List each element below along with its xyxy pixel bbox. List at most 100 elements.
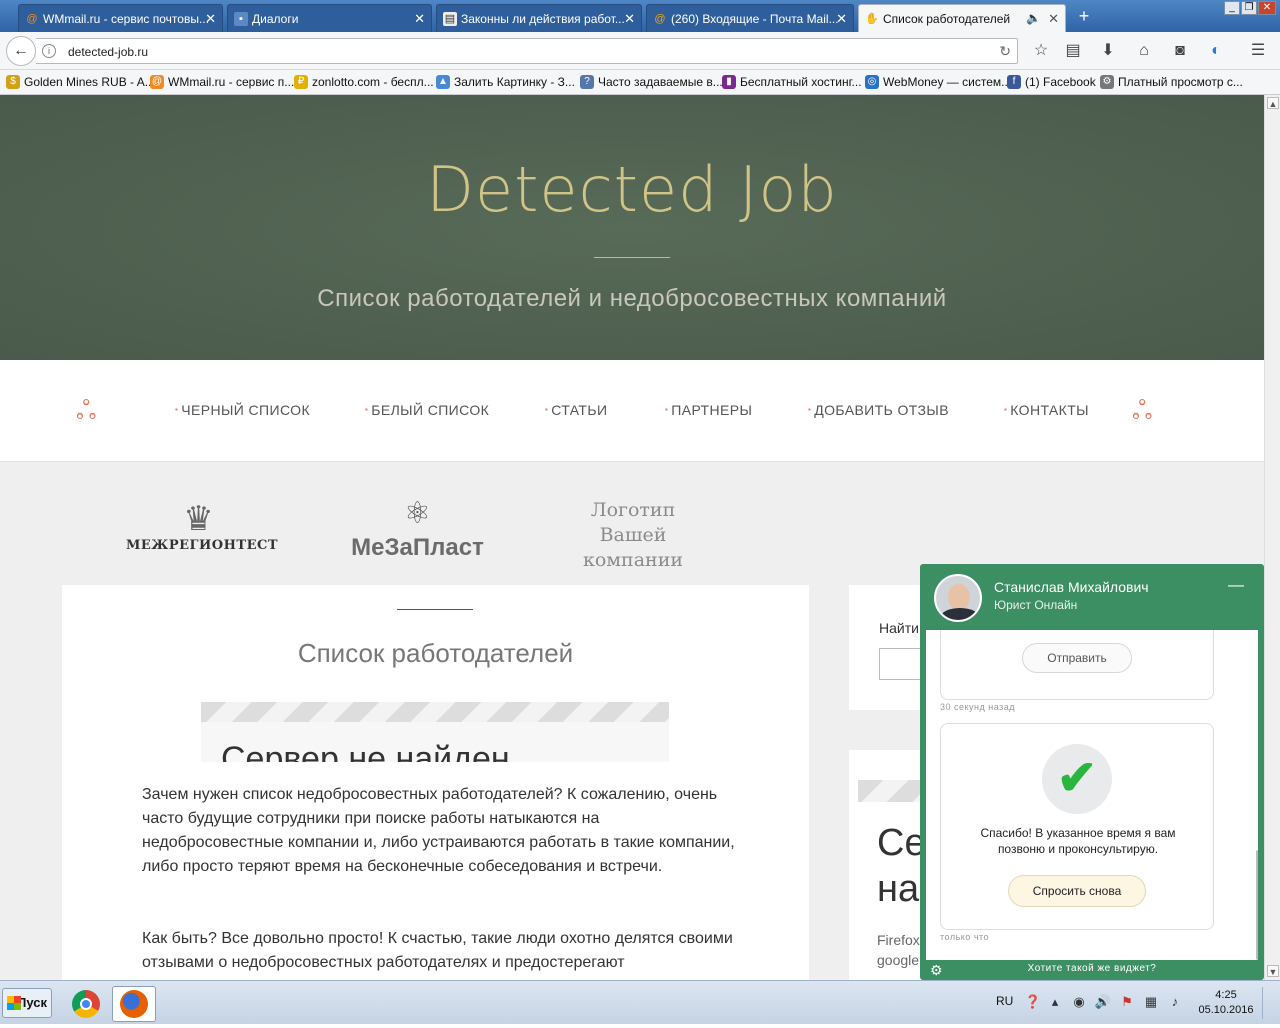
logo-text-line: компании	[582, 549, 684, 571]
speaker-icon[interactable]: ♪	[1166, 993, 1184, 1011]
coat-of-arms-icon: ♛	[183, 500, 214, 538]
ask-again-button[interactable]: Спросить снова	[1008, 875, 1146, 907]
scroll-down-icon[interactable]: ▼	[1267, 965, 1279, 977]
message-time: только что	[940, 932, 990, 942]
minimize-button[interactable]: _	[1224, 1, 1240, 15]
bookmark-label: Бесплатный хостинг...	[740, 75, 862, 89]
menu-item-contacts[interactable]: КОНТАКТЫ	[1004, 402, 1089, 418]
wmmail-icon: @	[26, 13, 38, 25]
bookmark-label: Платный просмотр с...	[1118, 75, 1243, 89]
tab-label: (260) Входящие - Почта Mail...	[671, 12, 839, 26]
main-content-card: Список работодателей Сервер не найден За…	[62, 585, 809, 980]
download-icon[interactable]: ⬇	[1097, 40, 1119, 62]
logo-text: МеЗаПласт	[351, 534, 484, 561]
chat-scrollbar[interactable]	[1256, 850, 1258, 960]
tab-mail[interactable]: @ (260) Входящие - Почта Mail... ✕	[646, 4, 854, 32]
bookmark-star-icon[interactable]: ☆	[1030, 40, 1052, 62]
antivirus-icon[interactable]: ◉	[1070, 993, 1088, 1011]
action-center-icon[interactable]: ⚑	[1118, 993, 1136, 1011]
new-tab-button[interactable]: +	[1074, 6, 1094, 27]
section-title: Список работодателей	[297, 638, 574, 668]
tab-label: Диалоги	[252, 12, 299, 26]
bookmark-webmoney[interactable]: ◎ WebMoney — систем...	[865, 75, 1011, 89]
back-button[interactable]: ←	[6, 36, 36, 66]
reading-list-icon[interactable]: ▤	[1062, 40, 1084, 62]
mail-icon: @	[654, 13, 666, 25]
close-icon[interactable]: ✕	[624, 11, 635, 27]
close-icon[interactable]: ✕	[836, 11, 847, 27]
window-controls: _ ❐ ✕	[1224, 1, 1276, 15]
bookmark-zonlotto[interactable]: ₽ zonlotto.com - беспл...	[294, 75, 434, 89]
send-button[interactable]: Отправить	[1022, 643, 1132, 673]
message-bubble: Отправить	[940, 630, 1214, 700]
menu-item-add-review[interactable]: ДОБАВИТЬ ОТЗЫВ	[808, 402, 949, 418]
bookmark-label: (1) Facebook	[1025, 75, 1096, 89]
widget-promo-link[interactable]: Хотите такой же виджет?	[920, 963, 1264, 974]
partner-logo-placeholder[interactable]: Логотип Вашей компании	[565, 498, 701, 573]
tab-wmmail[interactable]: @ WMmail.ru - сервис почтовы... ✕	[18, 4, 223, 32]
bookmark-wmmail[interactable]: @ WMmail.ru - сервис п...	[150, 75, 294, 89]
bookmark-label: Golden Mines RUB - A...	[24, 75, 155, 89]
firefox-taskbar-button[interactable]	[112, 986, 156, 1022]
scroll-up-icon[interactable]: ▲	[1267, 97, 1279, 109]
chat-footer: ⚙ Хотите такой же виджет?	[920, 960, 1264, 980]
page-scrollbar[interactable]: ▲ ▼	[1264, 95, 1280, 980]
volume-icon[interactable]: 🔊	[1094, 993, 1112, 1011]
tab-dialogs[interactable]: ▪ Диалоги ✕	[227, 4, 432, 32]
show-desktop-button[interactable]	[1262, 987, 1276, 1019]
ornament-left-icon: ஃ	[76, 395, 97, 425]
partner-logo-mezaplast[interactable]: ⚛ МеЗаПласт	[340, 494, 495, 562]
bookmark-hosting[interactable]: ▮ Бесплатный хостинг...	[722, 75, 862, 89]
chrome-icon	[72, 990, 100, 1018]
home-icon[interactable]: ⌂	[1133, 40, 1155, 62]
address-bar[interactable]: i detected-job.ru ↻	[36, 38, 1018, 64]
sidebar-search-widget: Найти	[849, 585, 939, 710]
menu-item-whitelist[interactable]: БЕЛЫЙ СПИСОК	[365, 402, 489, 418]
help-icon[interactable]: ❓	[1024, 993, 1042, 1011]
windows-taskbar: Пуск RU ❓ ▴ ◉ 🔊 ⚑ ▦ ♪ 4:25 05.10.2016	[0, 980, 1280, 1024]
error-title-fragment: Се на	[877, 822, 926, 910]
close-icon[interactable]: ✕	[1048, 11, 1059, 27]
menu-item-articles[interactable]: СТАТЬИ	[545, 402, 607, 418]
system-clock[interactable]: 4:25 05.10.2016	[1196, 988, 1256, 1018]
site-title[interactable]: Detected Job	[0, 153, 1264, 226]
bookmark-facebook[interactable]: f (1) Facebook	[1007, 75, 1096, 89]
bookmark-faq[interactable]: ? Часто задаваемые в...	[580, 75, 723, 89]
close-icon[interactable]: ✕	[205, 11, 216, 27]
logo-text: МЕЖРЕГИОНТЕСТ	[126, 538, 279, 553]
minimize-icon[interactable]: —	[1228, 578, 1244, 594]
bookmark-upload-image[interactable]: ▲ Залить Картинку - З...	[436, 75, 575, 89]
show-hidden-icons[interactable]: ▴	[1046, 993, 1064, 1011]
bookmarks-toolbar: $ Golden Mines RUB - A... @ WMmail.ru - се…	[0, 70, 1280, 95]
image-icon: ▲	[436, 75, 450, 89]
bookmark-label: Залить Картинку - З...	[454, 75, 575, 89]
menu-item-blacklist[interactable]: ЧЕРНЫЙ СПИСОК	[175, 402, 310, 418]
speaker-icon[interactable]: 🔈	[1026, 11, 1041, 25]
tab-label: Список работодателей	[883, 12, 1011, 26]
logo-text-line: Вашей	[599, 524, 667, 546]
faq-icon: ?	[580, 75, 594, 89]
site-subtitle: Список работодателей и недобросовестных …	[317, 285, 947, 312]
pocket-icon[interactable]: ◙	[1169, 40, 1191, 62]
network-icon[interactable]: ▦	[1142, 993, 1160, 1011]
partner-logo-mezhregiontest[interactable]: ♛ МЕЖРЕГИОНТЕСТ	[126, 500, 279, 553]
close-icon[interactable]: ✕	[414, 11, 425, 27]
language-indicator[interactable]: RU	[996, 994, 1013, 1008]
url-text[interactable]: detected-job.ru	[68, 45, 148, 59]
chrome-taskbar-button[interactable]	[64, 986, 108, 1022]
tab-employers-list[interactable]: ✋ Список работодателей 🔈 ✕	[858, 4, 1066, 32]
window-close-button[interactable]: ✕	[1258, 1, 1276, 15]
logo-text-line: Логотип	[590, 499, 676, 521]
error-title: Сервер не найден	[221, 740, 510, 762]
restore-button[interactable]: ❐	[1241, 1, 1257, 15]
bookmark-paid-view[interactable]: ⚙ Платный просмотр с...	[1100, 75, 1243, 89]
info-icon[interactable]: i	[42, 44, 56, 58]
sync-icon[interactable]: ◐	[1205, 40, 1227, 62]
gear-icon: ⚙	[1100, 75, 1114, 89]
reload-icon[interactable]: ↻	[999, 43, 1011, 60]
menu-icon[interactable]: ☰	[1247, 40, 1269, 62]
bookmark-golden-mines[interactable]: $ Golden Mines RUB - A...	[6, 75, 155, 89]
tab-laws[interactable]: ▤ Законны ли действия работ... ✕	[436, 4, 642, 32]
menu-item-partners[interactable]: ПАРТНЕРЫ	[665, 402, 752, 418]
start-button[interactable]: Пуск	[2, 988, 52, 1018]
